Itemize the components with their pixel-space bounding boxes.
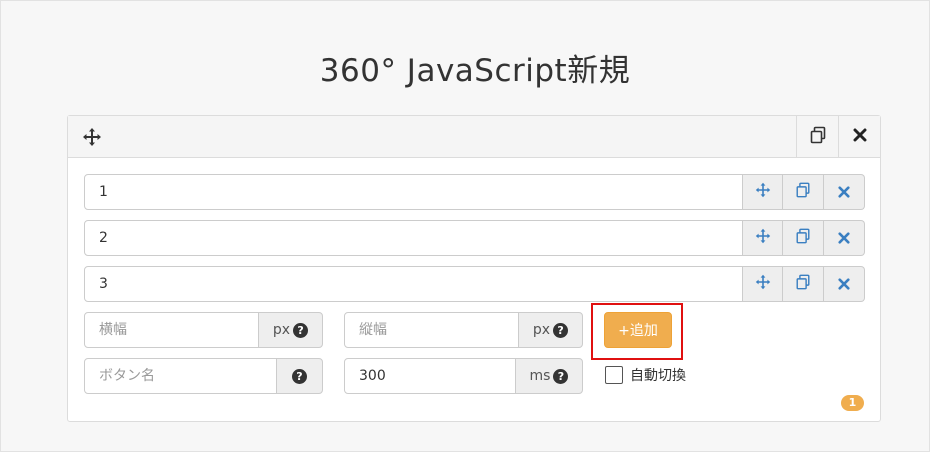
item-input-3[interactable] xyxy=(84,266,743,302)
question-circle-icon[interactable]: ? xyxy=(553,322,569,338)
close-icon xyxy=(853,127,867,146)
page-title: 360° JavaScript新規 xyxy=(319,53,631,89)
item-copy-button[interactable] xyxy=(783,174,824,210)
copy-icon xyxy=(809,126,827,148)
auto-switch-checkbox[interactable] xyxy=(605,366,623,384)
item-input-2[interactable] xyxy=(84,220,743,256)
width-field-group: px ? xyxy=(84,312,323,348)
item-input-1[interactable] xyxy=(84,174,743,210)
count-badge: 1 xyxy=(841,395,864,411)
width-unit-addon: px ? xyxy=(258,312,323,348)
question-circle-icon[interactable]: ? xyxy=(293,322,309,338)
interval-input[interactable] xyxy=(344,358,516,394)
item-delete-button[interactable] xyxy=(824,220,865,256)
width-unit-label: px xyxy=(272,322,291,338)
close-icon xyxy=(838,275,850,294)
button-name-field-group: ? xyxy=(84,358,323,394)
copy-icon xyxy=(795,228,811,248)
close-icon xyxy=(838,229,850,248)
auto-switch-label: 自動切換 xyxy=(630,368,686,384)
panel-header xyxy=(68,116,880,158)
item-move-button[interactable] xyxy=(742,220,783,256)
height-unit-addon: px ? xyxy=(518,312,583,348)
height-input[interactable] xyxy=(344,312,519,348)
close-icon xyxy=(838,183,850,202)
item-row xyxy=(84,266,865,302)
item-copy-button[interactable] xyxy=(783,220,824,256)
item-row xyxy=(84,220,865,256)
button-name-help-addon: ? xyxy=(276,358,323,394)
copy-panel-button[interactable] xyxy=(796,116,838,157)
item-move-button[interactable] xyxy=(742,266,783,302)
button-name-input[interactable] xyxy=(84,358,277,394)
move-icon xyxy=(755,182,771,202)
interval-unit-addon: ms ? xyxy=(515,358,583,394)
copy-icon xyxy=(795,274,811,294)
question-circle-icon[interactable]: ? xyxy=(292,368,307,384)
item-delete-button[interactable] xyxy=(824,266,865,302)
item-move-button[interactable] xyxy=(742,174,783,210)
copy-icon xyxy=(795,182,811,202)
height-field-group: px ? xyxy=(344,312,583,348)
item-delete-button[interactable] xyxy=(824,174,865,210)
add-item-button[interactable]: +追加 xyxy=(604,312,672,348)
item-copy-button[interactable] xyxy=(783,266,824,302)
move-icon xyxy=(755,228,771,248)
interval-field-group: ms ? xyxy=(344,358,583,394)
move-icon xyxy=(755,274,771,294)
close-panel-button[interactable] xyxy=(838,116,880,157)
width-input[interactable] xyxy=(84,312,259,348)
height-unit-label: px xyxy=(532,322,551,338)
interval-unit-label: ms xyxy=(529,368,551,384)
move-panel-icon[interactable] xyxy=(82,127,102,147)
question-circle-icon[interactable]: ? xyxy=(553,368,569,384)
item-row xyxy=(84,174,865,210)
